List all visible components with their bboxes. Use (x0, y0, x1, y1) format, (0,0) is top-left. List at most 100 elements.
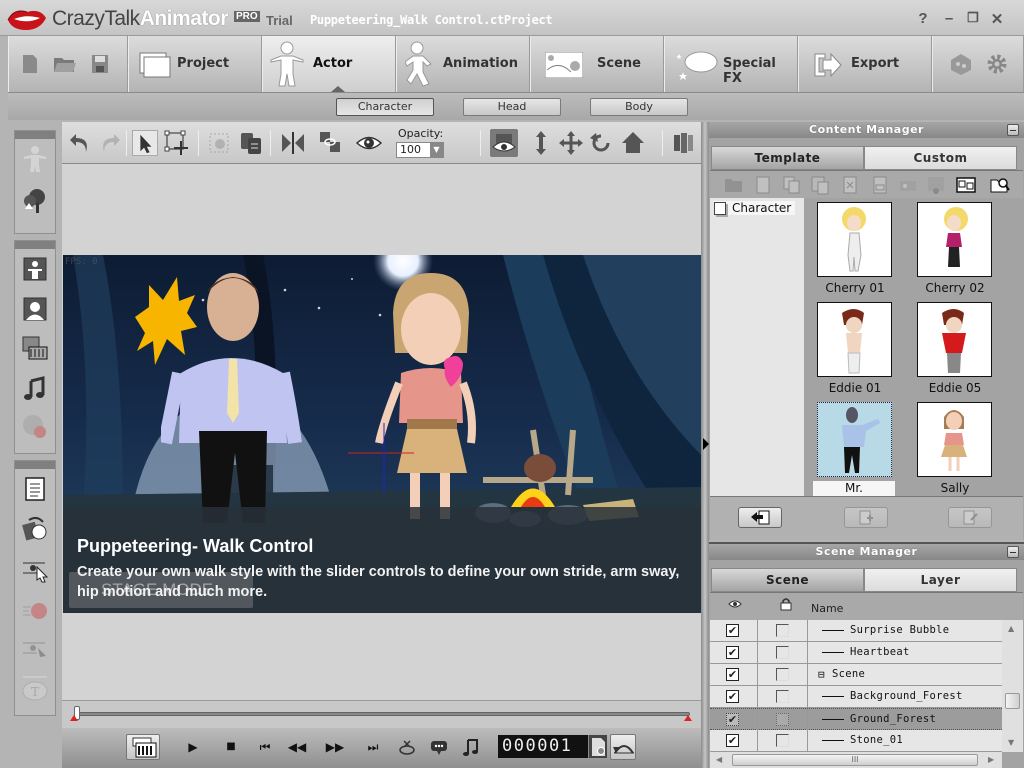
horizontal-scrollbar[interactable]: ◀ III ▶ (710, 752, 1002, 768)
minimize-button[interactable]: – (940, 10, 958, 28)
visibility-checkbox[interactable]: ✔ (726, 734, 739, 747)
camera-view-icon[interactable] (490, 129, 518, 157)
mr-rosenberg-actor[interactable] (161, 263, 311, 523)
vertical-scrollbar[interactable]: ▲ ▼ (1002, 620, 1023, 752)
scene-row[interactable]: ✔ Background_Forest (710, 686, 1002, 708)
fast-forward-button[interactable]: ▶▶ (324, 736, 346, 758)
scene-row[interactable]: ✔ Surprise Bubble (710, 620, 1002, 642)
motion-clip-icon[interactable] (21, 335, 49, 363)
actor-figure-icon[interactable] (21, 145, 49, 173)
play-button[interactable]: ▶ (182, 736, 204, 758)
tab-actor[interactable]: Actor (262, 36, 396, 92)
add-to-library-button[interactable] (844, 507, 888, 528)
speech-record-icon[interactable] (21, 413, 49, 441)
gear-icon[interactable] (985, 52, 1009, 76)
timeline-editor-button[interactable] (126, 734, 160, 760)
export-content-button[interactable] (948, 507, 992, 528)
start-marker[interactable] (70, 715, 78, 721)
tab-project[interactable]: Project (128, 36, 262, 92)
link-icon[interactable] (318, 130, 344, 156)
open-folder-icon[interactable] (724, 175, 744, 195)
tab-export[interactable]: Export (798, 36, 932, 92)
move-vertical-icon[interactable] (528, 130, 554, 156)
end-marker[interactable] (684, 715, 692, 721)
path-key-icon[interactable] (21, 635, 49, 663)
lock-checkbox[interactable] (776, 690, 789, 703)
home-icon[interactable] (620, 130, 646, 156)
select-arrow-icon[interactable] (132, 130, 158, 156)
visibility-checkbox[interactable]: ✔ (726, 713, 739, 726)
help-button[interactable]: ? (914, 10, 932, 28)
flip-icon[interactable] (280, 130, 306, 156)
lock-checkbox[interactable] (776, 734, 789, 747)
group-icon[interactable] (206, 130, 232, 156)
search-folder-icon[interactable] (990, 175, 1010, 195)
audio-note-icon[interactable] (460, 736, 482, 758)
content-item-eddie-05[interactable]: Eddie 05 (905, 300, 1005, 396)
record-face-icon[interactable] (396, 736, 418, 758)
rotate-icon[interactable] (588, 130, 614, 156)
scroll-down-icon[interactable]: ▼ (1008, 738, 1014, 747)
scene-row[interactable]: ✔ Stone_01 (710, 730, 1002, 752)
frame-counter[interactable]: 000001 (498, 735, 588, 758)
marketplace-icon[interactable] (926, 175, 946, 195)
subtab-body[interactable]: Body (590, 98, 688, 116)
delete-icon[interactable] (840, 175, 860, 195)
scene-row[interactable]: ✔ ⊟ Scene (710, 664, 1002, 686)
copy-icon[interactable] (782, 175, 802, 195)
content-item-sally[interactable]: Sally (905, 400, 1005, 496)
tree-item-character[interactable]: Character (714, 201, 796, 215)
visibility-eye-icon[interactable] (356, 130, 382, 156)
scroll-up-icon[interactable]: ▲ (1008, 624, 1014, 633)
content-item-eddie-01[interactable]: Eddie 01 (805, 300, 905, 396)
tab-layer[interactable]: Layer (864, 568, 1017, 592)
tab-special-fx[interactable]: Special FX (664, 36, 798, 92)
redo-icon[interactable] (96, 130, 122, 156)
subtab-character[interactable]: Character (336, 98, 434, 116)
content-item-mr-rosenberg[interactable]: Mr. Rosenberg (805, 400, 905, 509)
face-puppet-icon[interactable] (21, 295, 49, 323)
subtab-head[interactable]: Head (463, 98, 561, 116)
opacity-select[interactable]: 100 ▼ (396, 142, 444, 158)
lock-checkbox[interactable] (776, 646, 789, 659)
content-store-icon[interactable] (949, 52, 973, 76)
tab-template[interactable]: Template (711, 146, 864, 170)
visibility-checkbox[interactable]: ✔ (726, 690, 739, 703)
stop-button[interactable]: ■ (220, 736, 242, 758)
scroll-right-icon[interactable]: ▶ (988, 755, 994, 764)
lock-checkbox[interactable] (776, 668, 789, 681)
transform-icon[interactable] (164, 130, 190, 156)
script-icon[interactable] (21, 475, 49, 503)
content-item-cherry-01[interactable]: Cherry 01 (805, 200, 905, 296)
minimize-panel-button[interactable] (1007, 124, 1019, 136)
tab-animation[interactable]: Animation (396, 36, 530, 92)
visibility-checkbox[interactable]: ✔ (726, 646, 739, 659)
pivot-gizmo[interactable] (348, 423, 418, 493)
scene-row[interactable]: ✔ Heartbeat (710, 642, 1002, 664)
lock-checkbox[interactable] (776, 713, 789, 726)
visibility-checkbox[interactable]: ✔ (726, 624, 739, 637)
restore-button[interactable]: ❐ (964, 10, 982, 28)
sequence-icon[interactable] (670, 130, 696, 156)
properties-icon[interactable] (870, 175, 890, 195)
tab-scene[interactable]: Scene (711, 568, 864, 592)
frame-settings-button[interactable] (588, 735, 607, 758)
body-puppet-icon[interactable] (21, 255, 49, 283)
scene-row-selected[interactable]: ✔ Ground_Forest (710, 708, 1002, 731)
tab-scene[interactable]: Scene (530, 36, 664, 92)
scroll-left-icon[interactable]: ◀ (716, 755, 722, 764)
apply-content-button[interactable] (738, 507, 782, 528)
stage-canvas[interactable]: FPS: 0 STAGE MODE Puppeteering- Walk Con… (63, 255, 701, 613)
save-disk-icon[interactable] (91, 54, 109, 74)
undo-icon[interactable] (68, 130, 94, 156)
media-icon[interactable] (898, 175, 918, 195)
rewind-button[interactable]: ◀◀ (286, 736, 308, 758)
first-frame-button[interactable]: ⏮ (254, 736, 276, 758)
audio-note-icon[interactable] (21, 375, 49, 403)
open-folder-icon[interactable] (53, 56, 77, 74)
timeline-track[interactable] (74, 712, 690, 716)
cut-icon[interactable] (753, 175, 773, 195)
last-frame-button[interactable]: ⏭ (362, 736, 384, 758)
text-bubble-icon[interactable]: T (21, 675, 49, 703)
rotate-sprite-icon[interactable] (21, 515, 49, 543)
